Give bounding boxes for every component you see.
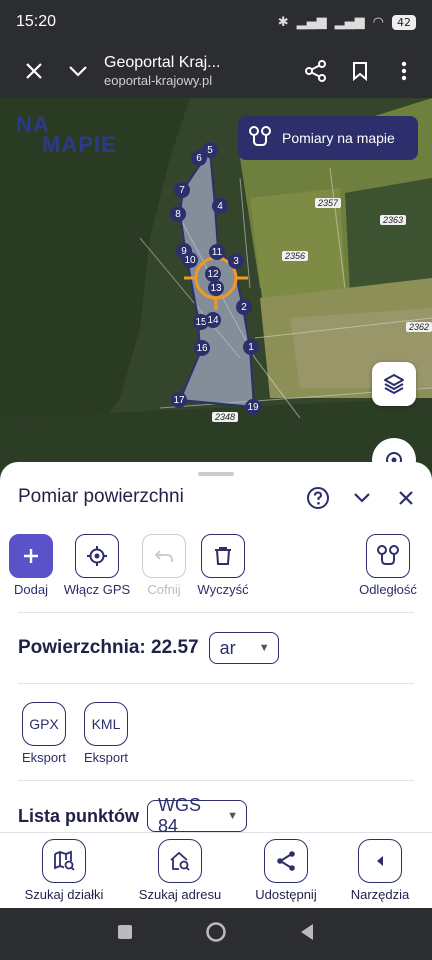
system-navigation xyxy=(0,908,432,960)
page-url: eoportal-krajowy.pl xyxy=(104,72,213,88)
nav-share-label: Udostępnij xyxy=(255,887,317,902)
plot-label: 2357 xyxy=(315,198,342,208)
status-bar: 15:20 ✱ ▂▄▆ ▂▄▆ ◠ 42 xyxy=(0,0,432,44)
chevron-down-icon: ▼ xyxy=(258,642,270,654)
nav-search-address[interactable]: Szukaj adresu xyxy=(126,839,234,902)
status-icons: ✱ ▂▄▆ ▂▄▆ ◠ 42 xyxy=(277,14,416,30)
nav-share[interactable]: Udostępnij xyxy=(232,839,340,902)
clear-label: Wyczyść xyxy=(197,582,249,597)
crs-select[interactable]: WGS 84 ▼ xyxy=(147,795,247,836)
plot-label: 2348 xyxy=(212,412,239,422)
map-point[interactable]: 3 xyxy=(228,253,244,269)
panel-title: Pomiar powierzchni xyxy=(18,486,184,507)
map-point[interactable]: 19 xyxy=(245,399,261,415)
nav-search-address-label: Szukaj adresu xyxy=(138,887,222,902)
bookmark-icon[interactable] xyxy=(338,49,382,93)
share-icon[interactable] xyxy=(294,49,338,93)
points-list-header: Lista punktów WGS 84 ▼ xyxy=(18,795,247,836)
measure-panel: Pomiar powierzchni Dodaj Włącz GPS Cofni… xyxy=(0,462,432,836)
plot-label: 2363 xyxy=(380,215,407,225)
nav-tools-label: Narzędzia xyxy=(350,887,410,902)
route-icon xyxy=(366,534,410,578)
gpx-export-label: Eksport xyxy=(21,750,67,765)
gpx-icon: GPX xyxy=(22,702,66,746)
browser-toolbar: Geoportal Kraj... eoportal-krajowy.pl xyxy=(0,44,432,98)
collapse-chevron-icon[interactable] xyxy=(348,484,376,512)
measurements-button[interactable]: Pomiary na mapie xyxy=(238,116,418,160)
map-point[interactable]: 1 xyxy=(243,339,259,355)
nav-search-parcel-label: Szukaj działki xyxy=(24,887,104,902)
map-view[interactable]: NA MAPIE Pomiary na mapie 2357 2363 2356… xyxy=(0,98,432,478)
drag-handle[interactable] xyxy=(198,472,234,476)
add-point-button[interactable]: Dodaj xyxy=(0,534,66,597)
nav-search-parcel[interactable]: Szukaj działki xyxy=(10,839,118,902)
map-search-icon xyxy=(42,839,86,883)
unit-select[interactable]: ar ▼ xyxy=(208,632,279,664)
nav-tools[interactable]: Narzędzia xyxy=(326,839,432,902)
chevron-left-icon xyxy=(358,839,402,883)
kml-icon: KML xyxy=(84,702,128,746)
url-block[interactable]: Geoportal Kraj... eoportal-krajowy.pl xyxy=(100,53,294,89)
points-list-label: Lista punktów xyxy=(18,805,139,826)
map-point[interactable]: 14 xyxy=(205,312,221,328)
map-point[interactable]: 6 xyxy=(191,150,207,166)
route-icon xyxy=(248,125,272,152)
crs-value: WGS 84 xyxy=(158,795,201,836)
plot-label: 2356 xyxy=(282,251,309,261)
signal-icon: ▂▄▆ xyxy=(296,14,327,30)
map-point[interactable]: 17 xyxy=(171,392,187,408)
gpx-export-button[interactable]: GPX Eksport xyxy=(13,702,75,765)
share-icon xyxy=(264,839,308,883)
map-point[interactable]: 10 xyxy=(182,252,198,268)
more-vert-icon[interactable] xyxy=(382,49,426,93)
kml-export-button[interactable]: KML Eksport xyxy=(75,702,137,765)
layers-button[interactable] xyxy=(372,362,416,406)
area-row: Powierzchnia: 22.57 ar ▼ xyxy=(18,632,279,664)
map-point[interactable]: 13 xyxy=(208,280,224,296)
map-point[interactable]: 16 xyxy=(194,340,210,356)
map-point[interactable]: 2 xyxy=(236,299,252,315)
distance-label: Odległość xyxy=(359,582,417,597)
divider xyxy=(18,612,414,613)
gps-icon xyxy=(75,534,119,578)
trash-icon xyxy=(201,534,245,578)
map-point[interactable]: 7 xyxy=(174,182,190,198)
add-point-label: Dodaj xyxy=(14,582,48,597)
measurements-button-label: Pomiary na mapie xyxy=(282,130,395,146)
gps-toggle-label: Włącz GPS xyxy=(63,582,131,597)
close-panel-icon[interactable] xyxy=(392,484,420,512)
gps-toggle-button[interactable]: Włącz GPS xyxy=(62,534,132,597)
battery-icon: 42 xyxy=(392,14,416,30)
unit-value: ar xyxy=(219,637,236,658)
clear-button[interactable]: Wyczyść xyxy=(188,534,258,597)
bottom-navigation: Szukaj działki Szukaj adresu Udostępnij … xyxy=(0,832,432,908)
plot-label: 2362 xyxy=(406,322,432,332)
back-icon[interactable] xyxy=(299,923,315,945)
undo-icon xyxy=(142,534,186,578)
close-icon[interactable] xyxy=(12,49,56,93)
signal-icon: ▂▄▆ xyxy=(334,14,365,30)
plus-icon xyxy=(9,534,53,578)
map-point[interactable]: 11 xyxy=(209,244,225,260)
na-mapie-logo: NA MAPIE xyxy=(16,112,117,157)
chevron-down-icon: ▼ xyxy=(227,810,238,822)
home-icon[interactable] xyxy=(205,921,227,947)
distance-button[interactable]: Odległość xyxy=(353,534,423,597)
status-time: 15:20 xyxy=(16,13,57,30)
divider xyxy=(18,780,414,781)
wifi-icon: ◠ xyxy=(372,14,384,30)
chevron-down-icon[interactable] xyxy=(56,49,100,93)
recents-icon[interactable] xyxy=(117,924,133,944)
page-title: Geoportal Kraj... xyxy=(104,53,221,71)
map-point[interactable]: 8 xyxy=(170,206,186,222)
help-icon[interactable] xyxy=(304,484,332,512)
bluetooth-icon: ✱ xyxy=(277,14,289,30)
area-value: Powierzchnia: 22.57 xyxy=(18,637,199,658)
kml-export-label: Eksport xyxy=(83,750,129,765)
layers-icon xyxy=(384,374,404,394)
divider xyxy=(18,683,414,684)
map-point[interactable]: 4 xyxy=(212,198,228,214)
home-search-icon xyxy=(158,839,202,883)
